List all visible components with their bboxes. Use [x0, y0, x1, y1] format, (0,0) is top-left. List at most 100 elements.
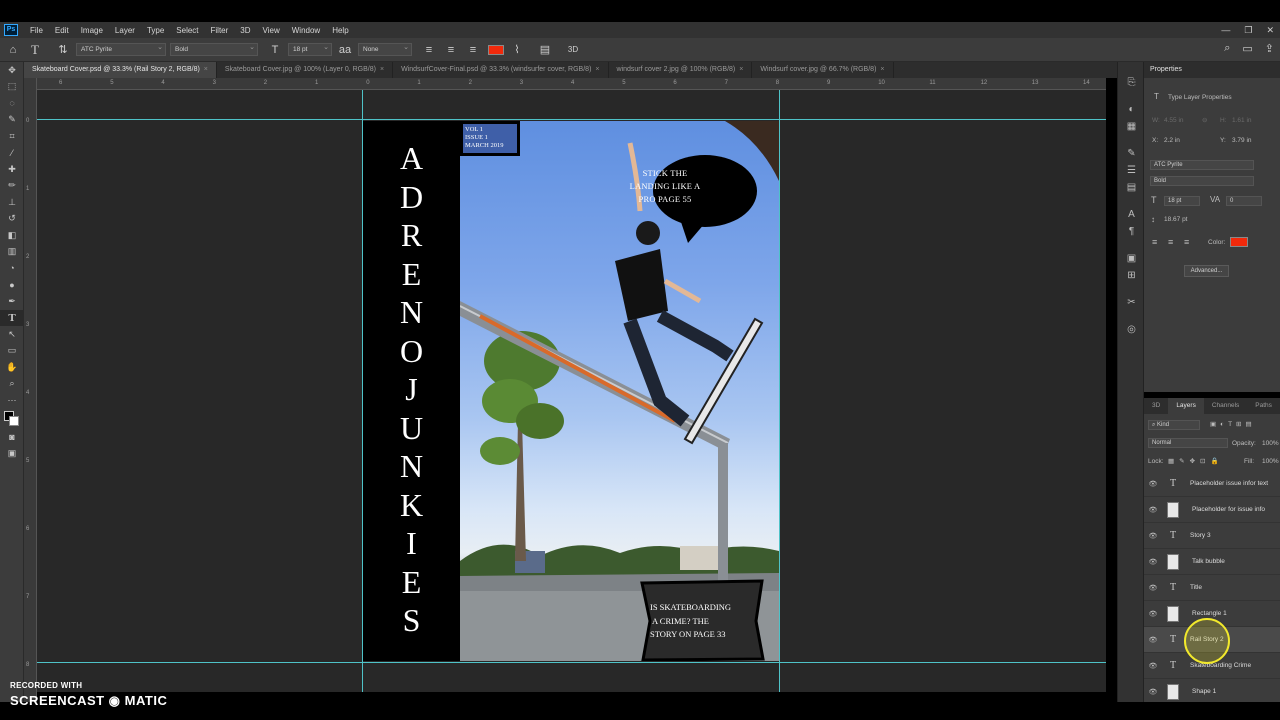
visibility-eye-icon[interactable]: 👁	[1144, 506, 1162, 514]
zoom-tool-icon[interactable]: ⌕	[0, 376, 24, 393]
visibility-eye-icon[interactable]: 👁	[1144, 480, 1162, 488]
layer-name[interactable]: Story 3	[1190, 532, 1211, 539]
horizontal-ruler[interactable]: 6 5 4 3 2 1 0 1 2 3 4 5 6 7 8 9 10 11 12 13 14	[37, 78, 1106, 90]
warp-text-icon[interactable]: ⌇	[508, 41, 526, 59]
swatches-panel-icon[interactable]: ▦	[1118, 118, 1145, 135]
props-color-swatch[interactable]	[1230, 237, 1248, 247]
layer-name[interactable]: Rectangle 1	[1192, 610, 1227, 617]
document-tab[interactable]: Skateboard Cover.jpg @ 100% (Layer 0, RG…	[217, 62, 394, 78]
props-align-left-icon[interactable]: ≡	[1152, 237, 1157, 247]
canvas-workspace[interactable]: ADRENOJUNKIES VOL 1 ISSUE 1 MARCH 2019 S…	[37, 90, 1106, 692]
eyedropper-tool-icon[interactable]: ⁄	[0, 145, 24, 162]
glyphs-panel-icon[interactable]: ▣	[1118, 250, 1145, 267]
layer-name[interactable]: Talk bubble	[1192, 558, 1225, 565]
title-rectangle[interactable]: ADRENOJUNKIES	[363, 121, 460, 661]
crop-tool-icon[interactable]: ⌗	[0, 128, 24, 145]
tab-layers[interactable]: Layers	[1168, 398, 1204, 414]
healing-brush-tool-icon[interactable]: ✚	[0, 161, 24, 178]
font-family-select[interactable]: ATC Pyrite	[76, 42, 166, 56]
brush-tool-icon[interactable]: ✏	[0, 178, 24, 195]
font-style-select[interactable]: Bold	[170, 42, 258, 56]
vertical-ruler[interactable]: 0 1 2 3 4 5 6 7 8	[24, 78, 37, 702]
visibility-eye-icon[interactable]: 👁	[1144, 610, 1162, 618]
pen-tool-icon[interactable]: ✒	[0, 293, 24, 310]
history-brush-tool-icon[interactable]: ↺	[0, 211, 24, 228]
layer-name[interactable]: Placeholder for issue info	[1192, 506, 1265, 513]
tab-channels[interactable]: Channels	[1204, 398, 1247, 414]
adjustments-panel-icon[interactable]: ☰	[1118, 162, 1145, 179]
menu-edit[interactable]: Edit	[49, 26, 75, 35]
layer-row[interactable]: 👁 T Placeholder issue infor text	[1144, 471, 1280, 497]
properties-tab[interactable]: Properties	[1144, 62, 1280, 78]
share-icon[interactable]: ⇪	[1265, 42, 1274, 55]
clone-stamp-tool-icon[interactable]: ⊥	[0, 194, 24, 211]
props-font-size-field[interactable]: 18 pt	[1164, 196, 1200, 206]
align-right-icon[interactable]: ≡	[464, 41, 482, 59]
close-tab-icon[interactable]: ×	[739, 66, 743, 73]
props-align-right-icon[interactable]: ≡	[1184, 237, 1189, 247]
workspace-icon[interactable]: ▭	[1242, 42, 1252, 55]
tab-3d[interactable]: 3D	[1144, 398, 1168, 414]
magazine-cover-canvas[interactable]: ADRENOJUNKIES VOL 1 ISSUE 1 MARCH 2019 S…	[363, 121, 779, 661]
character-panel-icon[interactable]: A	[1118, 206, 1145, 223]
layer-name[interactable]: Shape 1	[1192, 688, 1216, 695]
close-tab-icon[interactable]: ×	[595, 66, 599, 73]
gradient-tool-icon[interactable]: ▥	[0, 244, 24, 261]
more-tools-icon[interactable]: ⋯	[0, 392, 24, 409]
menu-view[interactable]: View	[257, 26, 286, 35]
type-tool-icon[interactable]: T	[0, 309, 24, 326]
menu-layer[interactable]: Layer	[109, 26, 141, 35]
toggle-text-orientation-icon[interactable]: ⇅	[54, 41, 72, 59]
dodge-tool-icon[interactable]: ●	[0, 277, 24, 294]
menu-select[interactable]: Select	[170, 26, 204, 35]
layer-row[interactable]: 👁 T Title	[1144, 575, 1280, 601]
tab-paths[interactable]: Paths	[1247, 398, 1280, 414]
layer-name[interactable]: Skateboarding Crime	[1190, 662, 1251, 669]
history-panel-icon[interactable]: ⎘	[1118, 74, 1145, 91]
home-icon[interactable]: ⌂	[4, 41, 22, 59]
fill-field[interactable]: 100%	[1262, 458, 1279, 465]
align-left-icon[interactable]: ≡	[420, 41, 438, 59]
paragraph-panel-icon[interactable]: ¶	[1118, 223, 1145, 240]
menu-file[interactable]: File	[24, 26, 49, 35]
menu-3d[interactable]: 3D	[234, 26, 256, 35]
layer-name[interactable]: Title	[1190, 584, 1202, 591]
layer-row[interactable]: 👁 T Story 3	[1144, 523, 1280, 549]
visibility-eye-icon[interactable]: 👁	[1144, 636, 1162, 644]
menu-image[interactable]: Image	[75, 26, 109, 35]
3d-button[interactable]: 3D	[564, 41, 582, 59]
actions-panel-icon[interactable]: ◎	[1118, 321, 1145, 338]
path-selection-tool-icon[interactable]: ↖	[0, 326, 24, 343]
shape-tool-icon[interactable]: ▭	[0, 343, 24, 360]
color-chips[interactable]	[0, 409, 24, 429]
guide-line[interactable]	[779, 90, 780, 692]
hand-tool-icon[interactable]: ✋	[0, 359, 24, 376]
document-tab[interactable]: Skateboard Cover.psd @ 33.3% (Rail Story…	[24, 62, 217, 78]
text-color-swatch[interactable]	[488, 44, 504, 55]
quick-select-tool-icon[interactable]: ✎	[0, 112, 24, 129]
y-position-field[interactable]: 3.79 in	[1232, 137, 1252, 144]
close-tab-icon[interactable]: ×	[380, 66, 384, 73]
visibility-eye-icon[interactable]: 👁	[1144, 558, 1162, 566]
talk-bubble-text[interactable]: STICK THE LANDING LIKE A PRO PAGE 55	[603, 167, 727, 206]
screen-mode-icon[interactable]: ▣	[0, 445, 24, 462]
document-tab[interactable]: WindsurfCover-Final.psd @ 33.3% (windsur…	[393, 62, 609, 78]
tool-presets-icon[interactable]: ✂	[1118, 294, 1145, 311]
anti-alias-select[interactable]: None	[358, 42, 412, 56]
move-tool-icon[interactable]: ✥	[0, 62, 24, 79]
libraries-panel-icon[interactable]: ▤	[1118, 179, 1145, 196]
opacity-field[interactable]: 100%	[1262, 440, 1279, 447]
skateboarding-crime-text[interactable]: IS SKATEBOARDING A CRIME? THE STORY ON P…	[650, 601, 762, 642]
brushes-panel-icon[interactable]: ✎	[1118, 145, 1145, 162]
guide-line[interactable]	[37, 119, 1106, 120]
visibility-eye-icon[interactable]: 👁	[1144, 688, 1162, 696]
font-size-select[interactable]: 18 pt	[288, 42, 332, 56]
restore-button[interactable]: ❐	[1244, 22, 1252, 38]
document-tab[interactable]: windsurf cover 2.jpg @ 100% (RGB/8) ×	[609, 62, 753, 78]
props-font-style-select[interactable]: Bold	[1150, 176, 1254, 186]
blend-mode-select[interactable]: Normal	[1148, 438, 1228, 448]
menu-type[interactable]: Type	[141, 26, 170, 35]
issue-info-box[interactable]: VOL 1 ISSUE 1 MARCH 2019	[460, 121, 520, 156]
character-panel-icon[interactable]: ▤	[536, 41, 554, 59]
layer-row[interactable]: 👁 Talk bubble	[1144, 549, 1280, 575]
